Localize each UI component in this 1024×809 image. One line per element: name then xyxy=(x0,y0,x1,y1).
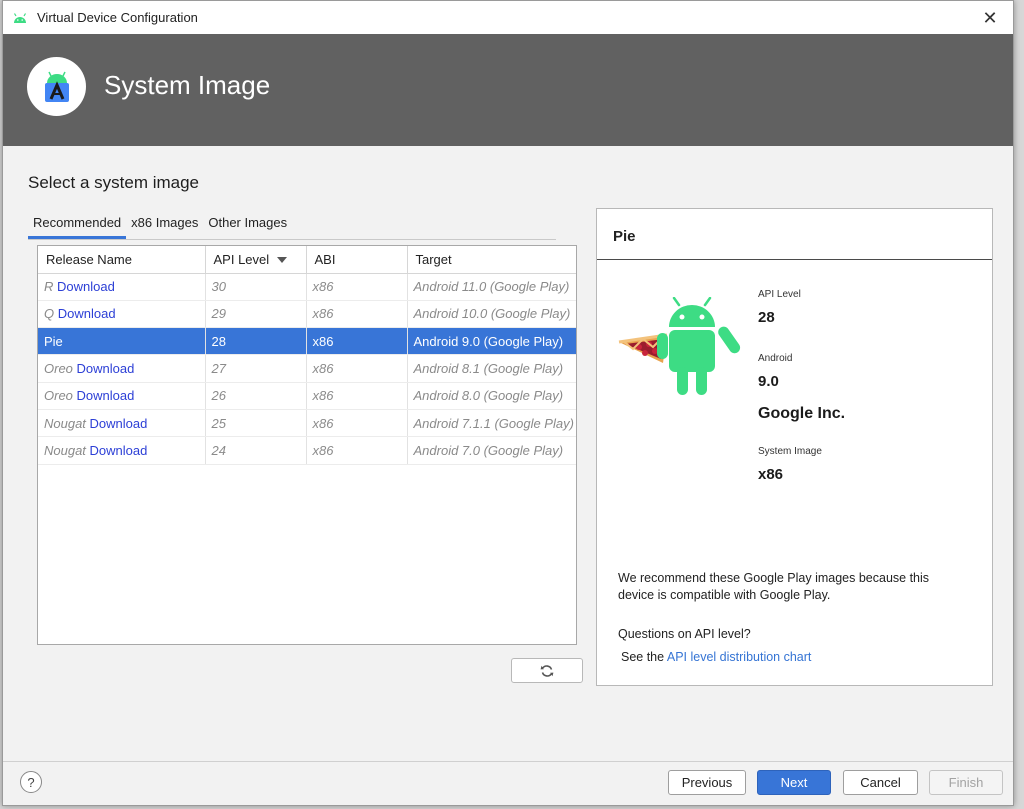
api-level-cell: 24 xyxy=(205,436,307,465)
abi-cell: x86 xyxy=(306,327,408,356)
system-image-table: Release Name API Level ABI Target R Down… xyxy=(37,245,577,645)
finish-button[interactable]: Finish xyxy=(929,770,1003,795)
footer-divider xyxy=(3,761,1013,762)
api-level-cell: 30 xyxy=(205,273,307,301)
api-distribution-chart-link[interactable]: API level distribution chart xyxy=(667,650,812,664)
target-cell: Android 8.1 (Google Play) xyxy=(407,354,576,383)
recommend-text: We recommend these Google Play images be… xyxy=(618,571,930,602)
target-cell: Android 7.0 (Google Play) xyxy=(407,436,576,465)
android-studio-logo xyxy=(27,57,86,116)
image-tabs: Recommended x86 Images Other Images xyxy=(28,211,556,240)
sort-descending-icon xyxy=(277,257,288,264)
table-row[interactable]: Oreo Download 27 x86 Android 8.1 (Google… xyxy=(38,354,576,383)
android-pie-illustration-icon xyxy=(618,297,741,395)
api-level-cell: 26 xyxy=(205,382,307,410)
see-api-chart: See the API level distribution chart xyxy=(621,650,811,664)
target-cell: Android 11.0 (Google Play) xyxy=(407,273,576,301)
release-name-cell: R Download xyxy=(38,273,206,301)
abi-cell: x86 xyxy=(306,382,408,410)
vendor-value: Google Inc. xyxy=(758,405,846,422)
target-cell: Android 10.0 (Google Play) xyxy=(407,300,576,329)
android-studio-icon xyxy=(13,12,27,23)
table-row[interactable]: Oreo Download 26 x86 Android 8.0 (Google… xyxy=(38,382,576,410)
release-name-cell: Nougat Download xyxy=(38,409,206,438)
window-title: Virtual Device Configuration xyxy=(37,10,198,25)
api-level-label: API Level xyxy=(758,289,801,300)
table-row[interactable]: Nougat Download 25 x86 Android 7.1.1 (Go… xyxy=(38,409,576,438)
next-button[interactable]: Next xyxy=(757,770,831,795)
tab-recommended[interactable]: Recommended xyxy=(28,211,127,239)
android-studio-logo-icon xyxy=(44,71,69,102)
tab-x86-images[interactable]: x86 Images xyxy=(126,211,203,239)
target-cell: Android 8.0 (Google Play) xyxy=(407,382,576,410)
help-icon[interactable]: ? xyxy=(20,771,42,793)
release-name-cell: Oreo Download xyxy=(38,354,206,383)
see-prefix: See the xyxy=(621,650,667,664)
table-row[interactable]: Q Download 29 x86 Android 10.0 (Google P… xyxy=(38,300,576,329)
release-name-cell: Nougat Download xyxy=(38,436,206,465)
dialog-window: Virtual Device Configuration ✕ System Im… xyxy=(2,0,1014,806)
android-label: Android xyxy=(758,353,793,364)
release-name-cell: Q Download xyxy=(38,300,206,329)
system-image-value: x86 xyxy=(758,466,784,483)
detail-title: Pie xyxy=(613,228,636,245)
api-level-cell: 25 xyxy=(205,409,307,438)
target-cell: Android 7.1.1 (Google Play) xyxy=(407,409,576,438)
api-level-value: 28 xyxy=(758,309,775,326)
cancel-button[interactable]: Cancel xyxy=(843,770,918,795)
download-link[interactable]: Download xyxy=(77,361,135,376)
section-title: Select a system image xyxy=(28,173,200,192)
table-header: Release Name API Level ABI Target xyxy=(38,246,576,274)
refresh-button[interactable] xyxy=(511,658,583,683)
column-header-target[interactable]: Target xyxy=(407,246,576,274)
table-row-selected[interactable]: Pie 28 x86 Android 9.0 (Google Play) xyxy=(38,327,576,356)
table-row[interactable]: R Download 30 x86 Android 11.0 (Google P… xyxy=(38,273,576,301)
download-link[interactable]: Download xyxy=(90,443,148,458)
api-level-cell: 27 xyxy=(205,354,307,383)
api-level-cell: 29 xyxy=(205,300,307,329)
image-detail-panel: Pie API Level 28 Android 9.0 Google Inc.… xyxy=(596,208,993,686)
detail-divider xyxy=(597,259,992,260)
abi-cell: x86 xyxy=(306,354,408,383)
system-image-label: System Image xyxy=(758,446,822,457)
column-header-abi[interactable]: ABI xyxy=(306,246,408,274)
column-header-release-name[interactable]: Release Name xyxy=(38,246,206,274)
download-link[interactable]: Download xyxy=(58,306,116,321)
abi-cell: x86 xyxy=(306,436,408,465)
download-link[interactable]: Download xyxy=(77,388,135,403)
title-bar: Virtual Device Configuration ✕ xyxy=(3,1,1013,34)
abi-cell: x86 xyxy=(306,300,408,329)
download-link[interactable]: Download xyxy=(57,279,115,294)
table-row[interactable]: Nougat Download 24 x86 Android 7.0 (Goog… xyxy=(38,436,576,465)
refresh-icon xyxy=(540,664,554,677)
wizard-header: System Image xyxy=(3,34,1013,146)
download-link[interactable]: Download xyxy=(90,416,148,431)
close-icon[interactable]: ✕ xyxy=(975,5,1005,31)
page-title: System Image xyxy=(104,70,271,100)
api-question-text: Questions on API level? xyxy=(618,627,751,641)
release-name-cell: Pie xyxy=(38,327,206,356)
previous-button[interactable]: Previous xyxy=(668,770,746,795)
android-version-value: 9.0 xyxy=(758,373,779,390)
abi-cell: x86 xyxy=(306,409,408,438)
api-level-cell: 28 xyxy=(205,327,307,356)
column-header-api-level[interactable]: API Level xyxy=(205,246,307,274)
tab-other-images[interactable]: Other Images xyxy=(203,211,292,239)
target-cell: Android 9.0 (Google Play) xyxy=(407,327,576,356)
abi-cell: x86 xyxy=(306,273,408,301)
release-name-cell: Oreo Download xyxy=(38,382,206,410)
